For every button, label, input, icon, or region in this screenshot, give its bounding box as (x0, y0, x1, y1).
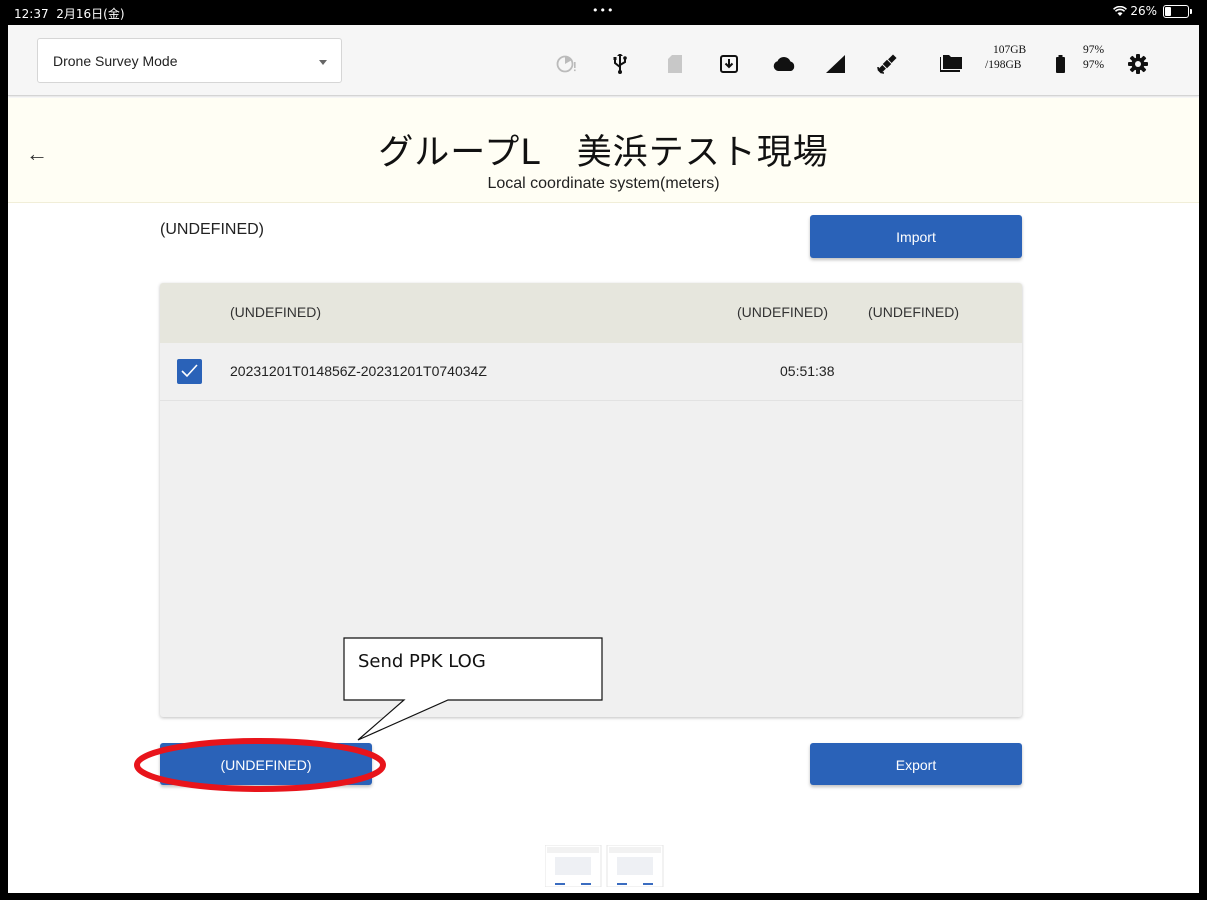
section-label: (UNDEFINED) (160, 221, 264, 238)
battery-percent: 26% (1130, 4, 1157, 18)
folder-icon[interactable] (940, 53, 962, 75)
page-subtitle: Local coordinate system(meters) (487, 175, 720, 192)
battery-status-icon (1163, 4, 1192, 18)
send-ppk-log-button[interactable]: (UNDEFINED) (160, 743, 372, 785)
usb-icon[interactable] (612, 53, 628, 75)
status-bar: 12:37 2月16日(金) ••• 26% (8, 0, 1199, 25)
battery-icon (1056, 53, 1065, 75)
table-row[interactable]: 20231201T014856Z-20231201T074034Z 05:51:… (160, 343, 1022, 401)
battery-bottom-percent: 97% (1083, 59, 1105, 71)
checkmark-icon (181, 364, 198, 378)
battery-readout: 97% 97% (1083, 43, 1104, 73)
column-header-duration[interactable]: (UNDEFINED) (737, 304, 828, 320)
mode-dropdown[interactable]: Drone Survey Mode (37, 38, 342, 83)
time-text: 12:37 (14, 7, 49, 21)
top-toolbar: Drone Survey Mode 107GB /198GB 97% 97% (8, 25, 1199, 96)
callout-text: Send PPK LOG (358, 651, 486, 672)
multitask-dots[interactable]: ••• (592, 4, 614, 17)
import-button[interactable]: Import (810, 215, 1022, 258)
sd-card-icon[interactable] (668, 53, 682, 75)
page-thumbnails[interactable] (544, 844, 665, 888)
page-title: グループL 美浜テスト現場 (378, 133, 829, 173)
date-text: 2月16日(金) (56, 7, 125, 21)
column-header-name[interactable]: (UNDEFINED) (230, 304, 321, 320)
battery-top-percent: 97% (1083, 44, 1105, 56)
page-header: ← グループL 美浜テスト現場 Local coordinate system(… (8, 98, 1199, 203)
satellite-icon[interactable] (876, 53, 898, 75)
row-duration: 05:51:38 (780, 363, 835, 379)
cloud-icon[interactable] (772, 53, 796, 75)
app-frame: 12:37 2月16日(金) ••• 26% Drone Survey Mode (8, 0, 1199, 893)
chevron-down-icon (319, 60, 327, 65)
row-log-name: 20231201T014856Z-20231201T074034Z (230, 363, 487, 379)
storage-used: 107GB (993, 44, 1027, 56)
gear-icon[interactable] (1128, 53, 1148, 75)
download-icon[interactable] (720, 53, 738, 75)
storage-readout: 107GB /198GB (985, 43, 1026, 73)
status-right: 26% (1113, 4, 1192, 18)
row-checkbox[interactable] (177, 359, 202, 384)
column-header-extra[interactable]: (UNDEFINED) (868, 304, 959, 320)
status-time: 12:37 2月16日(金) (14, 5, 125, 22)
signal-icon[interactable] (826, 53, 846, 75)
timer-icon[interactable] (556, 53, 578, 75)
table-header: (UNDEFINED) (UNDEFINED) (UNDEFINED) (160, 283, 1022, 343)
log-table: (UNDEFINED) (UNDEFINED) (UNDEFINED) 2023… (160, 283, 1022, 717)
storage-total: /198GB (985, 59, 1022, 71)
wifi-icon (1113, 5, 1128, 16)
export-button[interactable]: Export (810, 743, 1022, 785)
mode-dropdown-value: Drone Survey Mode (53, 53, 178, 69)
